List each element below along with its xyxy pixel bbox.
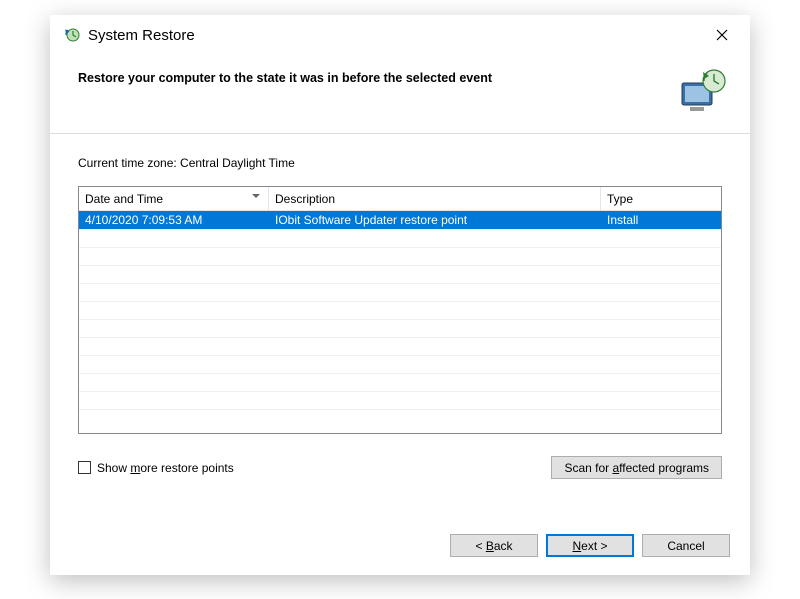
header-text: Restore your computer to the state it wa… [78,67,664,85]
show-more-restore-points-checkbox[interactable]: Show more restore points [78,461,234,475]
button-label: < Back [475,539,512,553]
table-empty-row [79,265,721,283]
timezone-prefix: Current time zone: [78,156,180,170]
table-empty-row [79,337,721,355]
cell-description: IObit Software Updater restore point [269,213,601,227]
column-header-description[interactable]: Description [269,187,601,210]
table-empty-row [79,355,721,373]
titlebar: System Restore [50,15,750,55]
below-table-row: Show more restore points Scan for affect… [78,456,722,479]
checkbox-label: Show more restore points [97,461,234,475]
table-empty-row [79,391,721,409]
content-area: Current time zone: Central Daylight Time… [50,134,750,520]
table-empty-row [79,283,721,301]
back-button[interactable]: < Back [450,534,538,557]
column-header-date-time[interactable]: Date and Time [79,187,269,210]
table-empty-row [79,319,721,337]
column-header-label: Date and Time [85,192,163,206]
timezone-value: Central Daylight Time [180,156,295,170]
timezone-label: Current time zone: Central Daylight Time [78,156,722,170]
wizard-footer: < Back Next > Cancel [50,520,750,575]
close-button[interactable] [702,21,742,49]
button-label: Cancel [667,539,704,553]
table-header: Date and Time Description Type [79,187,721,211]
button-label: Next > [572,539,607,553]
cancel-button[interactable]: Cancel [642,534,730,557]
system-restore-window: System Restore Restore your computer to … [50,15,750,575]
table-row[interactable]: 4/10/2020 7:09:53 AM IObit Software Upda… [79,211,721,229]
restore-illustration-icon [676,67,728,119]
table-body: 4/10/2020 7:09:53 AM IObit Software Upda… [79,211,721,433]
table-empty-row [79,301,721,319]
column-header-label: Type [607,192,633,206]
sort-descending-icon [252,194,260,198]
restore-points-table[interactable]: Date and Time Description Type 4/10/2020… [78,186,722,434]
table-empty-row [79,373,721,391]
table-empty-row [79,247,721,265]
header: Restore your computer to the state it wa… [50,55,750,134]
cell-date-time: 4/10/2020 7:09:53 AM [79,213,269,227]
restore-icon [62,26,80,44]
cell-type: Install [601,213,721,227]
scan-affected-programs-button[interactable]: Scan for affected programs [551,456,722,479]
table-empty-row [79,229,721,247]
button-label: Scan for affected programs [564,461,709,475]
window-title: System Restore [88,27,694,44]
table-empty-row [79,409,721,427]
checkbox-box-icon [78,461,91,474]
close-icon [716,29,728,41]
column-header-label: Description [275,192,335,206]
next-button[interactable]: Next > [546,534,634,557]
column-header-type[interactable]: Type [601,187,721,210]
